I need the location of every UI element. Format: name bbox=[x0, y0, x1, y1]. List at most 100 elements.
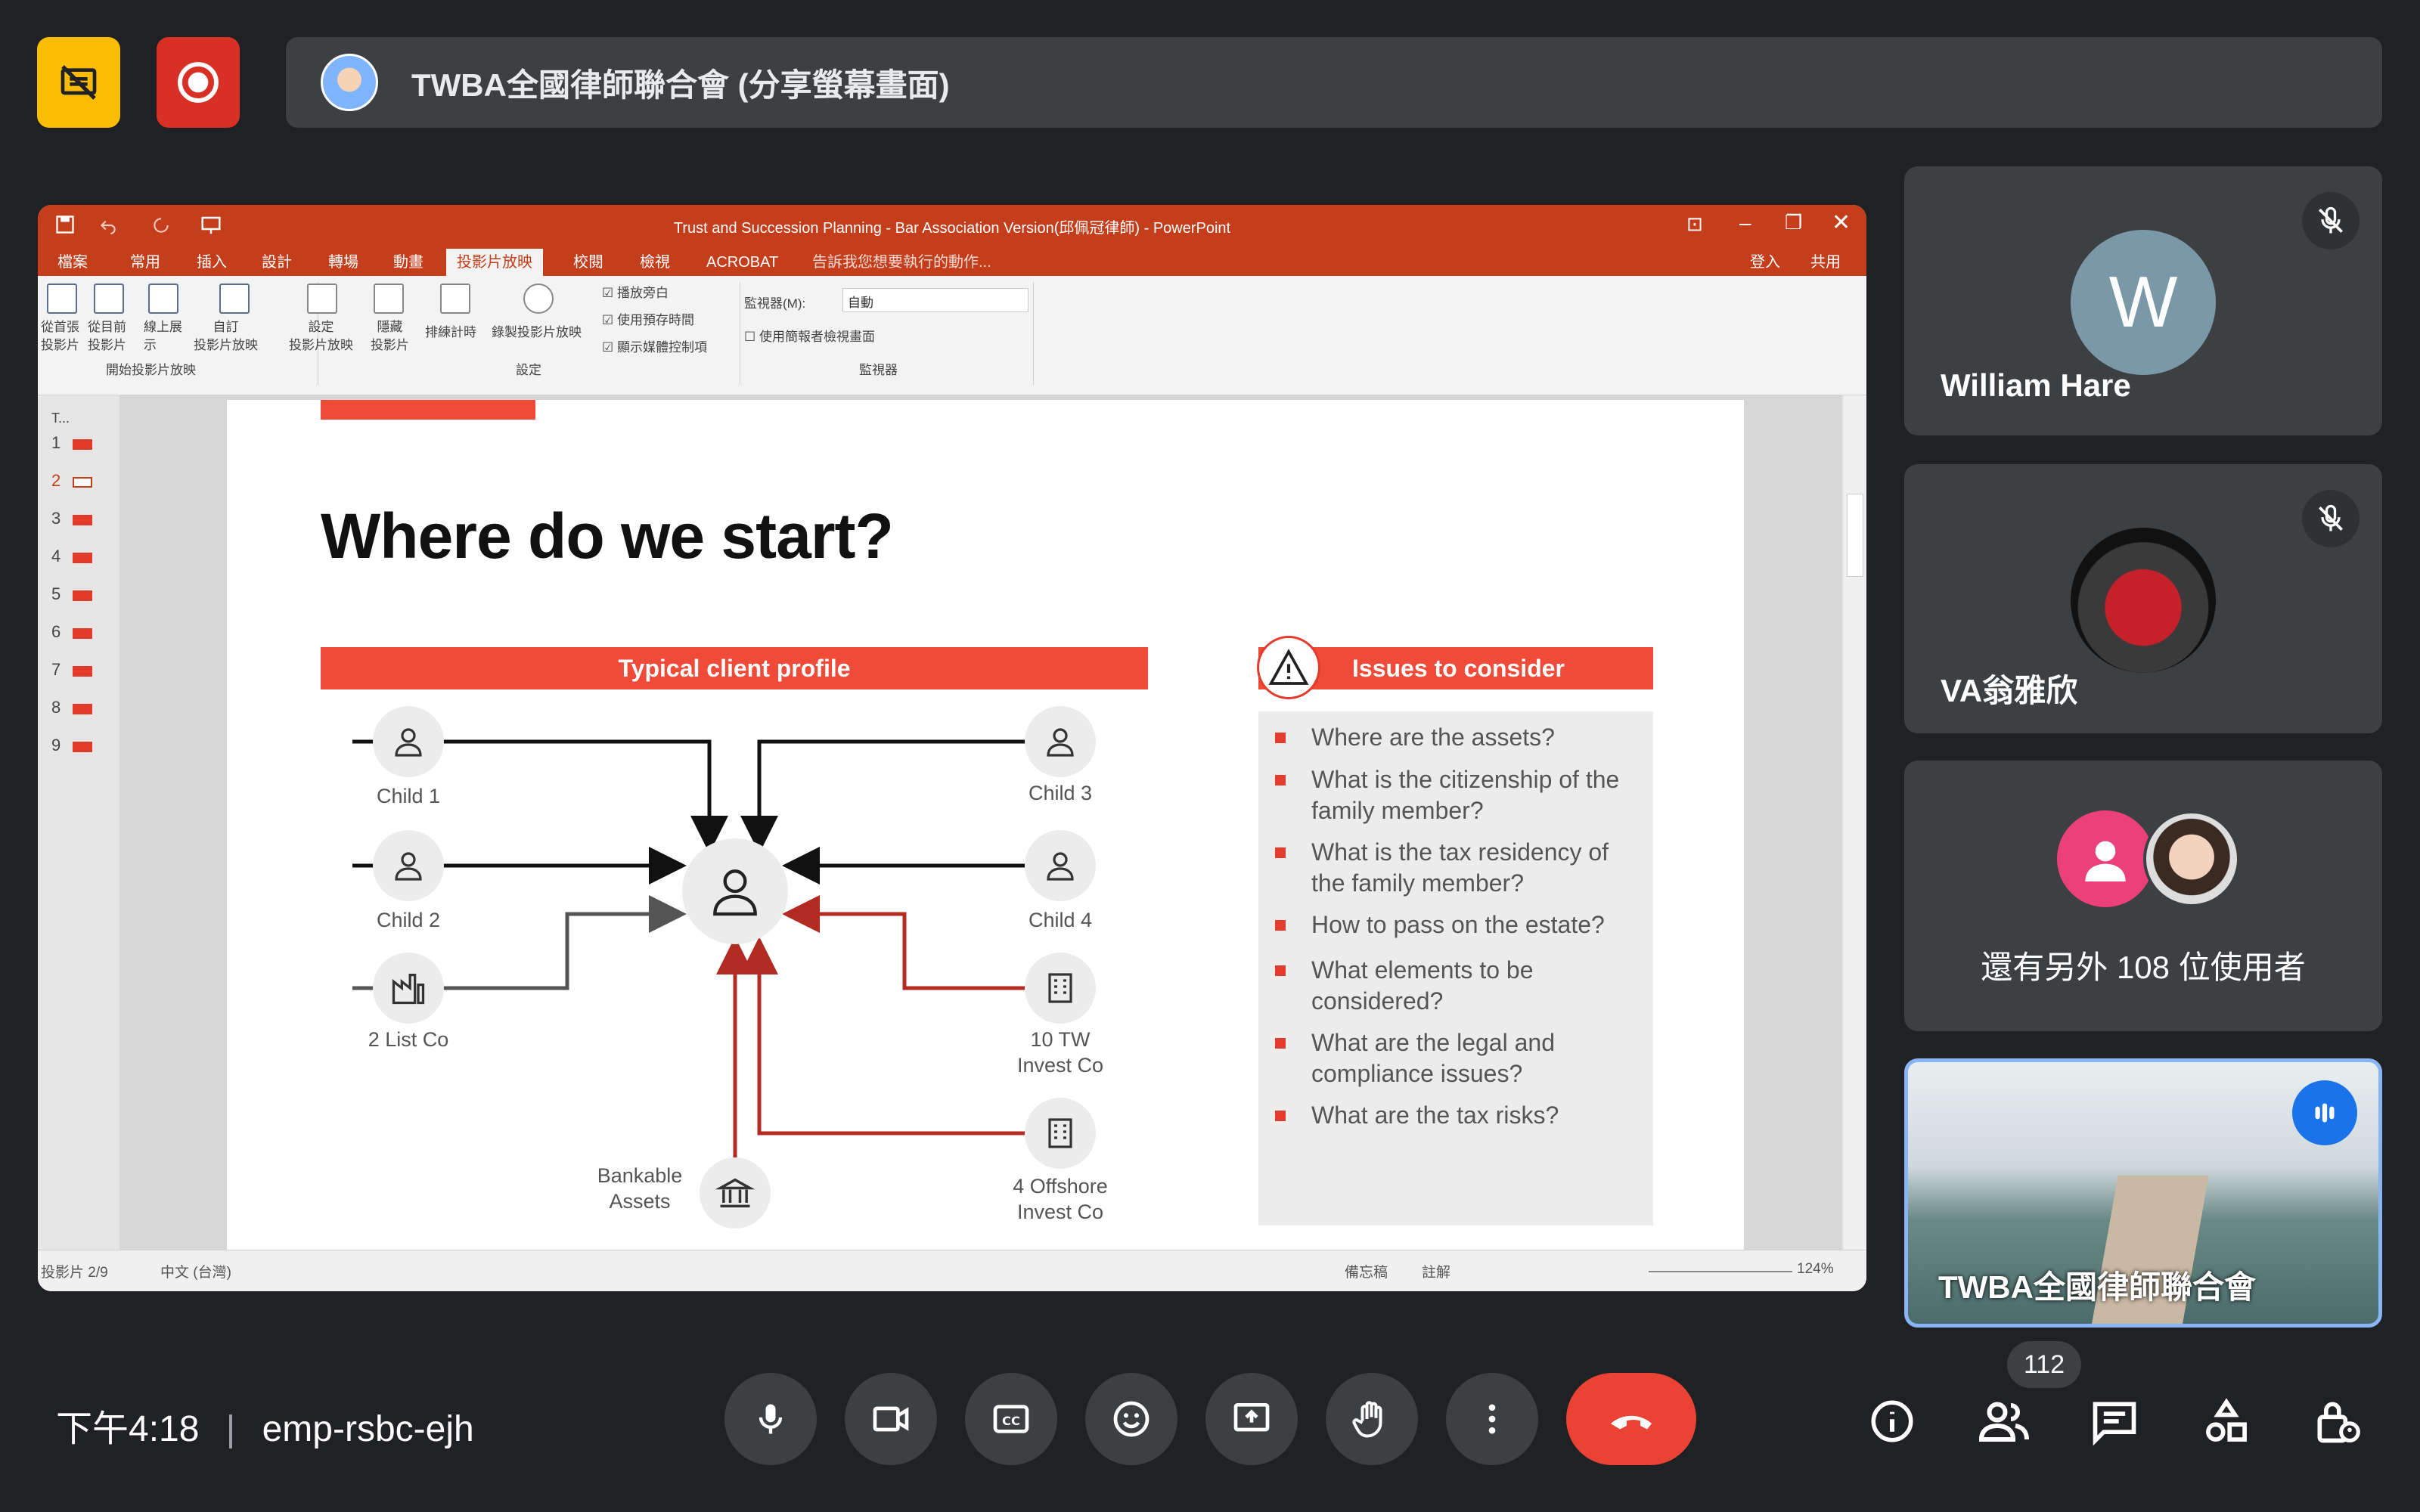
raise-hand-button[interactable] bbox=[1326, 1373, 1418, 1465]
presenter-banner: TWBA全國律師聯合會 (分享螢幕畫面) bbox=[286, 37, 2382, 128]
shapes-icon bbox=[2206, 1398, 2247, 1442]
comments-button[interactable]: 註解 bbox=[1422, 1261, 1450, 1281]
media-controls-checkbox[interactable]: ☑ 顯示媒體控制項 bbox=[602, 336, 707, 355]
record-show-label[interactable]: 錄製投影片放映 bbox=[492, 321, 582, 340]
tab-animations[interactable]: 動畫 bbox=[383, 249, 434, 276]
slide-thumbnail[interactable] bbox=[73, 628, 92, 639]
tab-review[interactable]: 校閱 bbox=[563, 249, 614, 276]
chat-button[interactable] bbox=[2084, 1391, 2145, 1452]
stop-presenting-button[interactable] bbox=[37, 37, 120, 128]
tab-design[interactable]: 設計 bbox=[251, 249, 302, 276]
leave-call-button[interactable] bbox=[1566, 1373, 1696, 1465]
thumbnail-number[interactable]: 4 bbox=[51, 547, 60, 566]
slide-thumbnail[interactable] bbox=[73, 553, 92, 563]
hide-slide-icon[interactable] bbox=[374, 284, 404, 314]
sign-in-link[interactable]: 登入 bbox=[1739, 249, 1791, 276]
slide-position: 投影片 2/9 bbox=[41, 1265, 108, 1281]
tab-transitions[interactable]: 轉場 bbox=[318, 249, 369, 276]
person-icon bbox=[1047, 728, 1074, 757]
share-button[interactable]: 共用 bbox=[1800, 249, 1851, 276]
tab-slideshow[interactable]: 投影片放映 bbox=[446, 249, 543, 276]
slide-thumbnail[interactable] bbox=[73, 477, 92, 488]
rehearse-icon[interactable] bbox=[440, 284, 470, 314]
camera-icon bbox=[873, 1406, 909, 1432]
avatar bbox=[2071, 528, 2216, 673]
activities-button[interactable] bbox=[2196, 1391, 2257, 1452]
issue-bullet bbox=[1275, 920, 1286, 931]
ppt-window-title: Trust and Succession Planning - Bar Asso… bbox=[673, 220, 1231, 237]
online-present-label[interactable]: 線上展 示 bbox=[144, 318, 182, 355]
tab-insert[interactable]: 插入 bbox=[186, 249, 237, 276]
child2-node bbox=[373, 830, 444, 901]
monitor-select[interactable]: 自動 bbox=[842, 288, 1028, 312]
ribbon-display-icon[interactable]: ⊡ bbox=[1686, 212, 1703, 236]
use-timings-checkbox[interactable]: ☑ 使用預存時間 bbox=[602, 309, 694, 328]
hide-slide-label[interactable]: 隱藏 投影片 bbox=[371, 318, 409, 355]
thumbnail-number[interactable]: 6 bbox=[51, 622, 60, 642]
notes-button[interactable]: 備忘稿 bbox=[1345, 1261, 1388, 1281]
from-beginning-icon[interactable] bbox=[47, 284, 77, 314]
record-show-icon[interactable] bbox=[523, 284, 554, 314]
mic-off-icon bbox=[2302, 490, 2360, 547]
recording-button[interactable] bbox=[157, 37, 240, 128]
from-current-icon[interactable] bbox=[94, 284, 124, 314]
restore-icon[interactable]: ❐ bbox=[1785, 211, 1802, 234]
slide-thumbnail[interactable] bbox=[73, 590, 92, 601]
play-narrations-checkbox[interactable]: ☑ 播放旁白 bbox=[602, 282, 669, 301]
slide-thumbnail[interactable] bbox=[73, 742, 92, 752]
presenter-view-checkbox[interactable]: ☐ 使用簡報者檢視畫面 bbox=[744, 326, 875, 345]
captions-button[interactable]: CC bbox=[965, 1373, 1057, 1465]
mic-button[interactable] bbox=[724, 1373, 817, 1465]
reactions-button[interactable] bbox=[1085, 1373, 1177, 1465]
zoom-slider[interactable] bbox=[1649, 1271, 1792, 1272]
thumbnail-number[interactable]: 8 bbox=[51, 698, 60, 717]
thumbnail-number[interactable]: 2 bbox=[51, 471, 60, 491]
meeting-details-button[interactable] bbox=[1862, 1391, 1922, 1452]
tab-view[interactable]: 檢視 bbox=[629, 249, 681, 276]
media-controls-label: 顯示媒體控制項 bbox=[616, 340, 707, 355]
participant-count-badge: 112 bbox=[2007, 1341, 2081, 1388]
close-icon[interactable]: ✕ bbox=[1832, 209, 1851, 236]
participant-name: William Hare bbox=[1941, 367, 2131, 403]
vertical-scrollbar[interactable] bbox=[1844, 395, 1866, 1250]
person-icon bbox=[713, 869, 757, 916]
slide-thumbnail[interactable] bbox=[73, 439, 92, 450]
tell-me-box[interactable]: 告訴我您想要執行的動作... bbox=[802, 249, 1002, 276]
slide-thumbnail[interactable] bbox=[73, 704, 92, 714]
custom-show-label[interactable]: 自訂 投影片放映 bbox=[194, 318, 258, 355]
tile-va[interactable]: VA翁雅欣 bbox=[1904, 464, 2382, 733]
zoom-level[interactable]: 124% bbox=[1797, 1261, 1834, 1278]
thumbnail-number[interactable]: 1 bbox=[51, 433, 60, 453]
language-status[interactable]: 中文 (台灣) bbox=[160, 1261, 231, 1281]
people-button[interactable] bbox=[1974, 1391, 2034, 1452]
thumbnail-number[interactable]: 5 bbox=[51, 584, 60, 604]
tab-acrobat[interactable]: ACROBAT bbox=[696, 249, 789, 276]
microphone-icon bbox=[759, 1404, 783, 1434]
rehearse-label[interactable]: 排練計時 bbox=[425, 321, 476, 340]
setup-show-icon[interactable] bbox=[307, 284, 337, 314]
online-present-icon[interactable] bbox=[148, 284, 178, 314]
ppt-titlebar: Trust and Succession Planning - Bar Asso… bbox=[38, 205, 1866, 246]
thumbnail-number[interactable]: 7 bbox=[51, 660, 60, 680]
host-controls-button[interactable] bbox=[2307, 1391, 2367, 1452]
slide-thumbnail[interactable] bbox=[73, 515, 92, 525]
tab-file[interactable]: 檔案 bbox=[47, 249, 98, 276]
tile-william-hare[interactable]: W William Hare bbox=[1904, 166, 2382, 435]
tile-others[interactable]: 還有另外 108 位使用者 bbox=[1904, 761, 2382, 1031]
from-beginning-label[interactable]: 從首張 投影片 bbox=[41, 318, 79, 355]
tile-room[interactable]: TWBA全國律師聯合會 bbox=[1904, 1058, 2382, 1328]
slide-thumbnail[interactable] bbox=[73, 666, 92, 677]
minimize-icon[interactable]: – bbox=[1739, 211, 1751, 235]
offshore-label: 4 Offshore Invest Co bbox=[1013, 1175, 1108, 1223]
setup-show-label[interactable]: 設定 投影片放映 bbox=[289, 318, 353, 355]
thumbnail-number[interactable]: 9 bbox=[51, 736, 60, 755]
tab-home[interactable]: 常用 bbox=[119, 249, 171, 276]
present-button[interactable] bbox=[1205, 1373, 1298, 1465]
custom-show-icon[interactable] bbox=[219, 284, 250, 314]
issue-bullet bbox=[1275, 965, 1286, 976]
from-current-label[interactable]: 從目前 投影片 bbox=[88, 318, 126, 355]
thumbnail-number[interactable]: 3 bbox=[51, 509, 60, 528]
more-options-button[interactable] bbox=[1446, 1373, 1538, 1465]
camera-button[interactable] bbox=[845, 1373, 937, 1465]
ppt-statusbar: 投影片 2/9 中文 (台灣) 備忘稿 註解 124% bbox=[38, 1250, 1866, 1291]
